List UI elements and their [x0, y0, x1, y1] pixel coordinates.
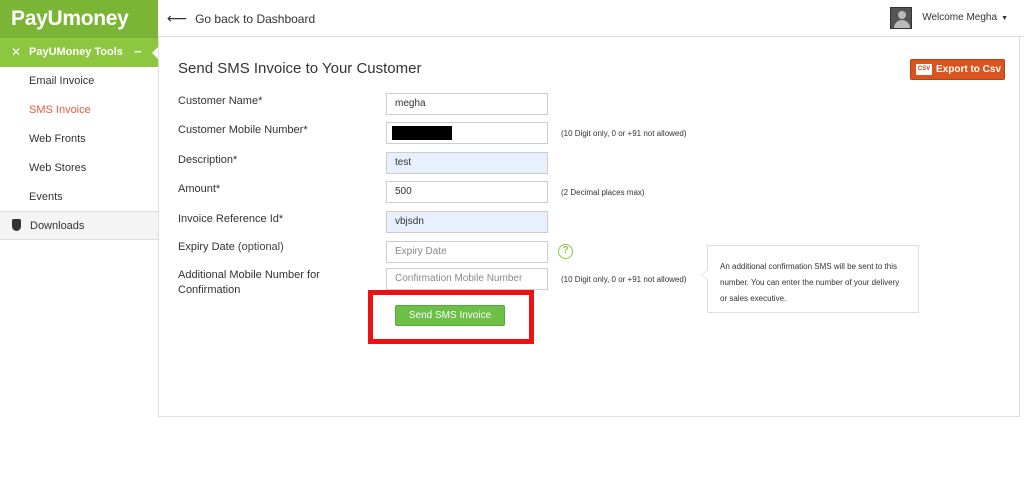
sidebar-item-web-fronts[interactable]: Web Fronts: [0, 125, 158, 154]
top-header: ⟵ Go back to Dashboard Welcome Megha ▼: [158, 0, 1024, 37]
caret-down-icon: ▼: [1001, 15, 1008, 22]
collapse-icon[interactable]: −: [134, 44, 142, 59]
export-label: Export to Csv: [936, 64, 1002, 75]
mobile-hint: (10 Digit only, 0 or +91 not allowed): [561, 129, 687, 138]
customer-name-label: Customer Name*: [178, 95, 263, 107]
sidebar-item-web-stores[interactable]: Web Stores: [0, 154, 158, 183]
sidebar-menu: Email Invoice SMS Invoice Web Fronts Web…: [0, 67, 158, 212]
customer-name-input[interactable]: megha: [386, 93, 548, 115]
invoice-ref-input[interactable]: vbjsdn: [386, 211, 548, 233]
tools-icon: ✕: [11, 45, 22, 59]
export-csv-button[interactable]: CSV Export to Csv: [910, 59, 1005, 80]
sidebar-item-events[interactable]: Events: [0, 183, 158, 212]
send-sms-invoice-button[interactable]: Send SMS Invoice: [395, 305, 505, 326]
back-to-dashboard-link[interactable]: ⟵ Go back to Dashboard: [167, 10, 315, 27]
description-input[interactable]: test: [386, 152, 548, 174]
confirm-mobile-input[interactable]: Confirmation Mobile Number: [386, 268, 548, 290]
payumoney-logo[interactable]: PayUmoney: [11, 7, 129, 31]
invoice-ref-label: Invoice Reference Id*: [178, 213, 284, 225]
confirm-mobile-label-line2: Confirmation: [178, 284, 241, 296]
logo-bar: PayUmoney: [0, 0, 158, 38]
amount-label: Amount*: [178, 183, 221, 195]
downloads-label: Downloads: [30, 220, 85, 232]
expiry-optional-text: (optional): [237, 241, 284, 253]
confirmation-tooltip: An additional confirmation SMS will be s…: [701, 245, 919, 313]
description-label: Description*: [178, 154, 238, 166]
sidebar-item-sms-invoice[interactable]: SMS Invoice: [0, 96, 158, 125]
sidebar-item-downloads[interactable]: Downloads: [0, 211, 158, 240]
back-label: Go back to Dashboard: [195, 12, 316, 26]
shield-icon: [12, 219, 21, 231]
user-menu[interactable]: Welcome Megha ▼: [890, 7, 1008, 31]
sidebar-item-email-invoice[interactable]: Email Invoice: [0, 67, 158, 96]
csv-icon: CSV: [916, 64, 932, 75]
main-panel: Send SMS Invoice to Your Customer CSV Ex…: [158, 37, 1020, 417]
sidebar-section-title: PayUMoney Tools: [29, 46, 123, 58]
redacted-value: [392, 126, 452, 140]
customer-mobile-input[interactable]: [386, 122, 548, 144]
expiry-date-input[interactable]: Expiry Date: [386, 241, 548, 263]
sidebar-section-tools[interactable]: ✕ PayUMoney Tools −: [0, 38, 159, 67]
confirm-mobile-label-line1: Additional Mobile Number for: [178, 269, 320, 281]
page-title: Send SMS Invoice to Your Customer: [178, 60, 422, 77]
sidebar: PayUmoney ✕ PayUMoney Tools − Email Invo…: [0, 0, 159, 492]
help-icon[interactable]: ?: [558, 244, 573, 259]
welcome-text: Welcome Megha: [922, 12, 998, 23]
amount-hint: (2 Decimal places max): [561, 188, 645, 197]
amount-input[interactable]: 500: [386, 181, 548, 203]
user-avatar-icon: [890, 7, 913, 29]
expiry-label-text: Expiry Date: [178, 241, 235, 253]
expiry-date-label: Expiry Date (optional): [178, 241, 284, 253]
customer-mobile-label: Customer Mobile Number*: [178, 124, 308, 136]
confirm-mobile-hint: (10 Digit only, 0 or +91 not allowed): [561, 275, 687, 284]
arrow-left-icon: ⟵: [167, 10, 188, 26]
